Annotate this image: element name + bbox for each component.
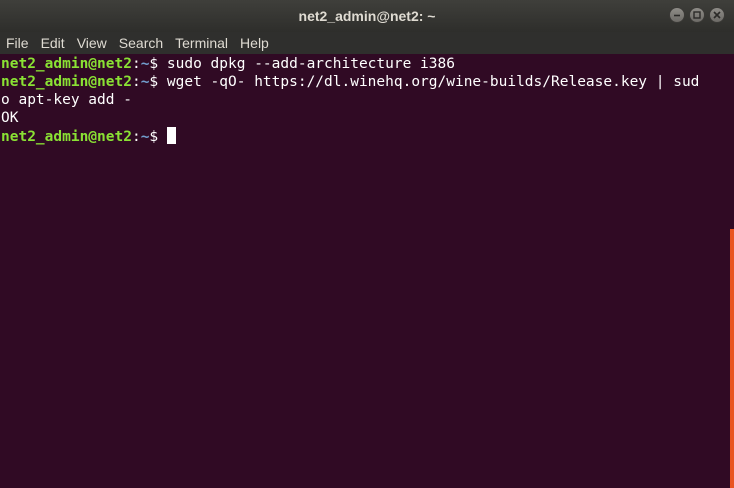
terminal-line: net2_admin@net2:~$ sudo dpkg --add-archi… [1,55,731,73]
terminal-output[interactable]: net2_admin@net2:~$ sudo dpkg --add-archi… [0,55,731,488]
prompt-user-host: net2_admin@net2 [1,74,132,90]
terminal-line: net2_admin@net2:~$ wget -qO- https://dl.… [1,73,731,91]
menu-edit[interactable]: Edit [35,32,71,54]
terminal-line: o apt-key add - [1,91,731,109]
prompt-separator: : [131,129,141,145]
prompt-dollar: $ [149,56,167,72]
menu-view[interactable]: View [71,32,113,54]
title-bar[interactable]: net2_admin@net2: ~ [0,0,734,33]
terminal-line: OK [1,109,731,127]
command-text: sudo dpkg --add-architecture i386 [166,56,455,72]
close-button[interactable] [709,7,725,23]
menu-help[interactable]: Help [234,32,275,54]
menu-terminal[interactable]: Terminal [169,32,234,54]
prompt-separator: : [131,56,141,72]
menu-bar: File Edit View Search Terminal Help [0,32,734,54]
prompt-user-host: net2_admin@net2 [1,129,132,145]
prompt-dollar: $ [149,129,167,145]
prompt-user-host: net2_admin@net2 [1,56,132,72]
menu-search[interactable]: Search [113,32,169,54]
command-text-wrapped: o apt-key add - [1,92,132,108]
prompt-separator: : [131,74,141,90]
terminal-window: net2_admin@net2: ~ File Edit View Search… [0,0,734,488]
menu-file[interactable]: File [0,32,35,54]
scrollbar[interactable] [730,229,734,488]
output-text: OK [1,110,19,126]
close-icon [713,11,721,19]
window-title: net2_admin@net2: ~ [298,8,436,24]
text-cursor [166,127,176,144]
minimize-button[interactable] [669,7,685,23]
minimize-icon [674,14,680,17]
prompt-dollar: $ [149,74,167,90]
command-text: wget -qO- https://dl.winehq.org/wine-bui… [166,74,700,90]
window-controls [669,7,725,25]
maximize-button[interactable] [689,7,705,23]
terminal-line: net2_admin@net2:~$ [1,127,731,145]
maximize-icon [693,11,701,19]
